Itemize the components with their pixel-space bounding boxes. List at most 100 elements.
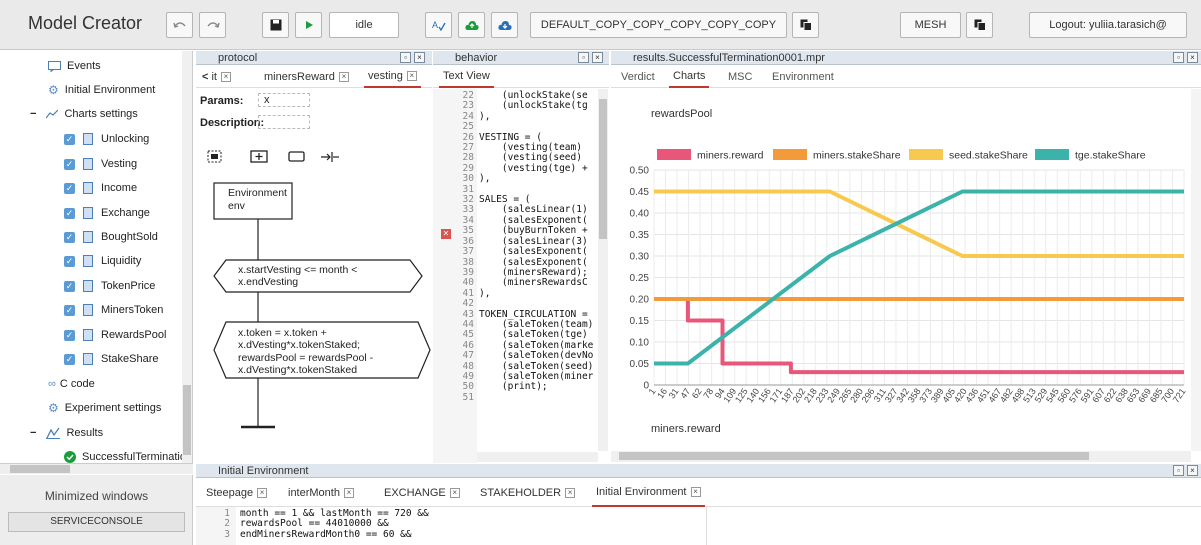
behavior-editor[interactable]: 22 23 24 25 26 27 28 29 30 31 32 33 34 3…: [433, 89, 609, 463]
close-icon[interactable]: ×: [338, 72, 349, 82]
mesh-button[interactable]: MESH: [900, 12, 961, 38]
close-icon[interactable]: ×: [257, 488, 268, 498]
scrollbar-thumb[interactable]: [10, 465, 70, 473]
tab-it[interactable]: < it ×: [198, 66, 235, 88]
tab-environment[interactable]: Environment: [768, 66, 838, 88]
chevron-left-icon[interactable]: <: [202, 71, 208, 83]
scrollbar-thumb[interactable]: [619, 452, 1089, 460]
tree-item-label: Vesting: [101, 158, 138, 170]
checkbox[interactable]: ✓: [64, 158, 75, 170]
collapse-icon[interactable]: −: [30, 108, 36, 120]
y-tick-label: 0.30: [630, 252, 650, 263]
add-block-icon[interactable]: [250, 150, 268, 163]
chart-vscrollbar[interactable]: [1191, 89, 1201, 451]
tab-label: EXCHANGE: [384, 487, 446, 499]
model-name-field[interactable]: DEFAULT_COPY_COPY_COPY_COPY_COPY: [530, 12, 787, 38]
description-field[interactable]: [258, 115, 310, 129]
close-icon[interactable]: ×: [1187, 52, 1198, 63]
run-button[interactable]: [295, 12, 322, 38]
cloud-upload-button[interactable]: [458, 12, 485, 38]
tree-item-initial-environment[interactable]: ⚙ Initial Environment: [48, 79, 155, 101]
checkbox[interactable]: ✓: [64, 280, 75, 292]
cloud-download-button[interactable]: [491, 12, 518, 38]
tree-item-boughtsold[interactable]: ✓ BoughtSold: [64, 226, 158, 248]
serviceconsole-button[interactable]: SERVICECONSOLE: [8, 512, 185, 532]
tree-item-liquidity[interactable]: ✓ Liquidity: [64, 250, 141, 272]
tree-item-charts-settings[interactable]: − Charts settings: [30, 103, 138, 125]
close-icon[interactable]: ×: [343, 488, 354, 498]
tree-hscrollbar[interactable]: [0, 463, 193, 474]
scrollbar-thumb[interactable]: [183, 385, 191, 455]
tree-item-exchange[interactable]: ✓ Exchange: [64, 202, 150, 224]
play-icon: [305, 21, 313, 29]
checkbox[interactable]: ✓: [64, 207, 75, 219]
tab-text-view[interactable]: Text View: [439, 66, 494, 88]
checkbox[interactable]: ✓: [64, 353, 75, 365]
mesh-copy-button[interactable]: [966, 12, 993, 38]
checkbox[interactable]: ✓: [64, 231, 75, 243]
legend-label: tge.stakeShare: [1075, 150, 1146, 162]
tab-minersreward[interactable]: minersReward ×: [260, 66, 353, 88]
rectangle-tool-icon[interactable]: [288, 151, 305, 162]
close-icon[interactable]: ×: [565, 488, 576, 498]
tree-item-tokenprice[interactable]: ✓ TokenPrice: [64, 275, 155, 297]
restore-icon[interactable]: ▫: [1173, 465, 1184, 476]
checkbox[interactable]: ✓: [64, 329, 75, 341]
tree-item-experiment-settings[interactable]: ⚙ Experiment settings: [48, 397, 161, 419]
close-icon[interactable]: ×: [406, 71, 417, 81]
close-icon[interactable]: ×: [592, 52, 603, 63]
tree-item-minerstoken[interactable]: ✓ MinersToken: [64, 299, 163, 321]
copy-model-button[interactable]: [792, 12, 819, 38]
checkbox[interactable]: ✓: [64, 304, 75, 316]
tree-item-results[interactable]: − Results: [30, 422, 103, 444]
tab-steepage[interactable]: Steepage ×: [202, 479, 271, 507]
redo-button[interactable]: [199, 12, 226, 38]
scrollbar-thumb[interactable]: [599, 99, 607, 239]
tree-item-successful-termination[interactable]: SuccessfulTerminatio: [64, 446, 186, 463]
close-icon[interactable]: ×: [414, 52, 425, 63]
tree-item-label: RewardsPool: [101, 329, 167, 341]
spellcheck-button[interactable]: A: [425, 12, 452, 38]
undo-button[interactable]: [166, 12, 193, 38]
checkbox[interactable]: ✓: [64, 133, 75, 145]
tree-item-vesting[interactable]: ✓ Vesting: [64, 153, 137, 175]
checkbox[interactable]: ✓: [64, 255, 75, 267]
tab-exchange[interactable]: EXCHANGE ×: [380, 479, 464, 507]
tab-charts[interactable]: Charts: [669, 66, 710, 88]
tab-verdict[interactable]: Verdict: [617, 66, 659, 88]
editor-vscrollbar[interactable]: [598, 89, 608, 451]
tab-msc[interactable]: MSC: [724, 66, 756, 88]
editor-hscrollbar[interactable]: [477, 452, 598, 462]
restore-icon[interactable]: ▫: [578, 52, 589, 63]
initial-env-editor[interactable]: 1 2 3 month == 1 && lastMonth == 720 && …: [196, 507, 1201, 545]
close-icon[interactable]: ×: [1187, 465, 1198, 476]
connect-tool-icon[interactable]: [321, 152, 339, 162]
tab-intermonth[interactable]: interMonth ×: [284, 479, 358, 507]
chart-hscrollbar[interactable]: [611, 451, 1191, 462]
code-text: month == 1 && lastMonth == 720 && reward…: [240, 508, 429, 540]
select-tool-icon[interactable]: [207, 150, 222, 163]
restore-icon[interactable]: ▫: [1173, 52, 1184, 63]
tree-scrollbar[interactable]: [182, 51, 192, 463]
close-icon[interactable]: ×: [449, 488, 460, 498]
tree-item-income[interactable]: ✓ Income: [64, 177, 137, 199]
collapse-icon[interactable]: −: [30, 427, 36, 439]
results-panel-header: results.SuccessfulTermination0001.mpr ▫ …: [611, 51, 1201, 65]
restore-icon[interactable]: ▫: [400, 52, 411, 63]
params-value[interactable]: x: [258, 93, 310, 107]
tab-vesting[interactable]: vesting ×: [364, 66, 421, 88]
close-icon[interactable]: ×: [220, 72, 231, 82]
tree-item-events[interactable]: Events: [48, 55, 101, 77]
copy-icon: [800, 19, 812, 31]
tab-initial-environment[interactable]: Initial Environment ×: [592, 479, 705, 507]
save-button[interactable]: [262, 12, 289, 38]
tree-item-unlocking[interactable]: ✓ Unlocking: [64, 128, 149, 150]
tab-stakeholder[interactable]: STAKEHOLDER ×: [476, 479, 579, 507]
tree-item-stakeshare[interactable]: ✓ StakeShare: [64, 348, 158, 370]
checkbox[interactable]: ✓: [64, 182, 75, 194]
tree-item-c-code[interactable]: ∞ C code: [48, 373, 95, 395]
close-icon[interactable]: ×: [690, 487, 701, 497]
tree-item-rewardspool[interactable]: ✓ RewardsPool: [64, 324, 166, 346]
logout-button[interactable]: Logout: yuliia.tarasich@: [1029, 12, 1187, 38]
error-icon[interactable]: ✕: [441, 229, 451, 239]
